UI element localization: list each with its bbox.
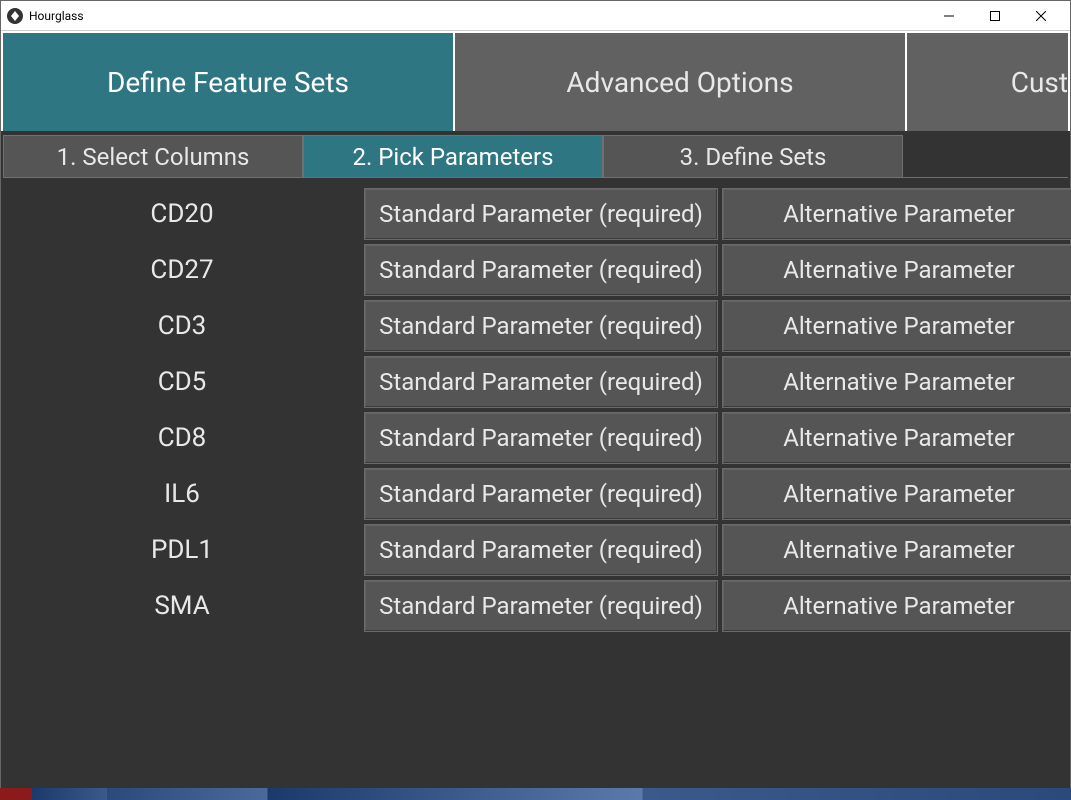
param-name-label: CD20 [3,186,361,242]
app-icon [7,8,23,24]
alternative-parameter-button[interactable]: Alternative Parameter [722,412,1071,464]
param-name-label: CD3 [3,298,361,354]
main-tab-label: Cust [931,66,1068,99]
param-row: CD8Standard Parameter (required)Alternat… [3,410,1068,466]
app-window: Hourglass Define Feature Sets Advanced Op… [0,0,1071,800]
param-row: CD20Standard Parameter (required)Alterna… [3,186,1068,242]
param-row: IL6Standard Parameter (required)Alternat… [3,466,1068,522]
standard-parameter-button[interactable]: Standard Parameter (required) [364,524,718,576]
param-row: PDL1Standard Parameter (required)Alterna… [3,522,1068,578]
param-row: CD5Standard Parameter (required)Alternat… [3,354,1068,410]
standard-parameter-button[interactable]: Standard Parameter (required) [364,244,718,296]
step-tab-0[interactable]: 1. Select Columns [3,135,303,177]
param-row: CD3Standard Parameter (required)Alternat… [3,298,1068,354]
main-tab-bar: Define Feature Sets Advanced Options Cust [1,31,1070,131]
alternative-parameter-button[interactable]: Alternative Parameter [722,188,1071,240]
param-name-label: PDL1 [3,522,361,578]
standard-parameter-button[interactable]: Standard Parameter (required) [364,356,718,408]
param-name-label: CD27 [3,242,361,298]
step-tab-label: 3. Define Sets [680,143,827,171]
alternative-parameter-button[interactable]: Alternative Parameter [722,244,1071,296]
step-tab-1[interactable]: 2. Pick Parameters [303,135,603,177]
step-tab-label: 2. Pick Parameters [352,143,553,171]
close-button[interactable] [1018,1,1064,31]
param-name-label: SMA [3,578,361,634]
alternative-parameter-button[interactable]: Alternative Parameter [722,356,1071,408]
step-tab-2[interactable]: 3. Define Sets [603,135,903,177]
titlebar: Hourglass [1,1,1070,31]
desktop-background-strip [0,788,1071,800]
alternative-parameter-button[interactable]: Alternative Parameter [722,524,1071,576]
main-tab-2[interactable]: Cust [907,33,1068,131]
param-name-label: IL6 [3,466,361,522]
main-tab-label: Define Feature Sets [107,66,349,99]
param-name-label: CD5 [3,354,361,410]
standard-parameter-button[interactable]: Standard Parameter (required) [364,412,718,464]
parameter-panel: CD20Standard Parameter (required)Alterna… [3,177,1068,799]
standard-parameter-button[interactable]: Standard Parameter (required) [364,300,718,352]
standard-parameter-button[interactable]: Standard Parameter (required) [364,468,718,520]
maximize-button[interactable] [972,1,1018,31]
standard-parameter-button[interactable]: Standard Parameter (required) [364,580,718,632]
main-tab-0[interactable]: Define Feature Sets [3,33,453,131]
alternative-parameter-button[interactable]: Alternative Parameter [722,580,1071,632]
main-tab-label: Advanced Options [566,66,793,99]
param-row: CD27Standard Parameter (required)Alterna… [3,242,1068,298]
alternative-parameter-button[interactable]: Alternative Parameter [722,300,1071,352]
main-tab-1[interactable]: Advanced Options [455,33,905,131]
step-tab-bar: 1. Select Columns 2. Pick Parameters 3. De… [3,135,1068,177]
param-row: SMAStandard Parameter (required)Alternat… [3,578,1068,634]
alternative-parameter-button[interactable]: Alternative Parameter [722,468,1071,520]
step-tab-label: 1. Select Columns [57,143,250,171]
minimize-button[interactable] [926,1,972,31]
window-title: Hourglass [29,9,84,23]
standard-parameter-button[interactable]: Standard Parameter (required) [364,188,718,240]
param-name-label: CD8 [3,410,361,466]
content-area: 1. Select Columns 2. Pick Parameters 3. De… [1,131,1070,799]
